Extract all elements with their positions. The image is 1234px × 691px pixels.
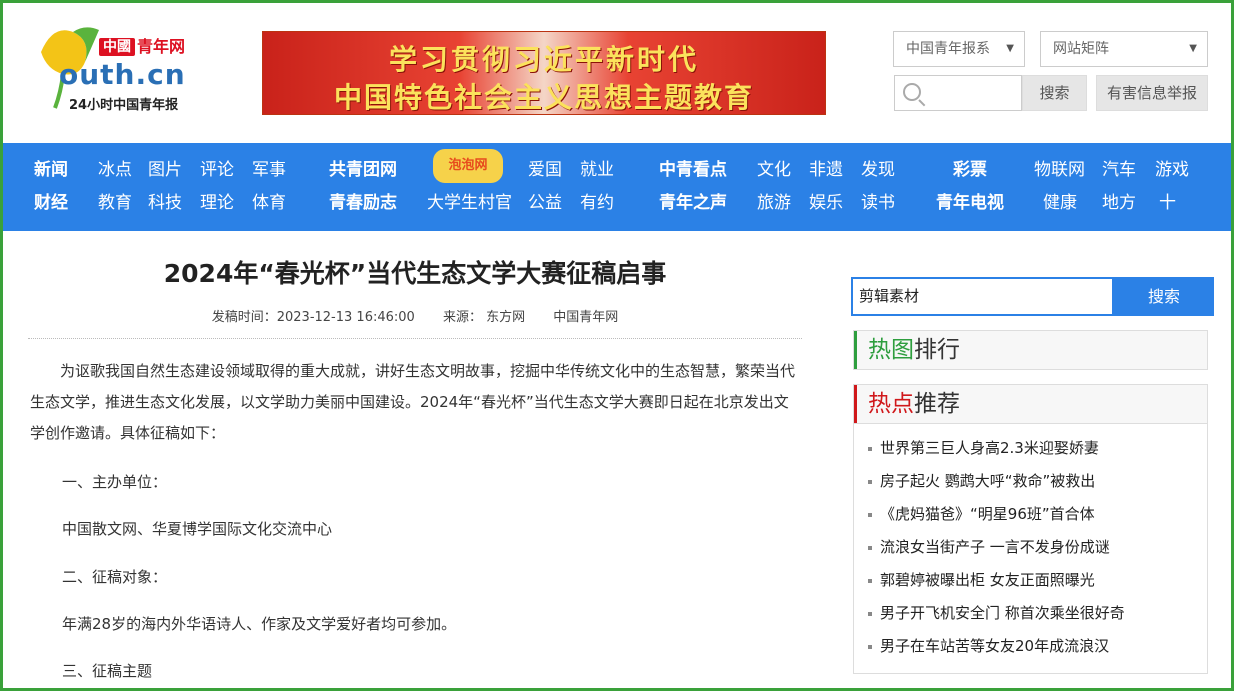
article-source[interactable]: 来源： 东方网 [443, 310, 525, 325]
nav-item-village-official[interactable]: 大学生村官 [427, 192, 512, 214]
banner-line-2: 中国特色社会主义思想主题教育 [333, 81, 754, 114]
nav-item-travel[interactable]: 旅游 [757, 192, 791, 214]
site-matrix-select[interactable]: 网站矩阵 ▼ [1040, 31, 1208, 67]
hot-recommend-accent: 热点 [868, 391, 914, 417]
nav-item-jobs[interactable]: 就业 [580, 159, 614, 181]
nav-item-discover[interactable]: 发现 [861, 159, 895, 181]
nav-item-lottery[interactable]: 彩票 [953, 159, 987, 181]
section-accent-bar [854, 385, 857, 423]
nav-item-charity[interactable]: 公益 [528, 192, 562, 214]
nav-item-local[interactable]: 地方 [1102, 192, 1136, 214]
promo-banner[interactable]: 学习贯彻习近平新时代 中国特色社会主义思想主题教育 [262, 31, 826, 115]
list-item[interactable]: 流浪女当街产子 一言不发身份成谜 [868, 537, 1110, 557]
chevron-down-icon: ▼ [1006, 43, 1014, 54]
nav-item-appointment[interactable]: 有约 [580, 192, 614, 214]
list-item[interactable]: 《虎妈猫爸》“明星96班”首合体 [868, 504, 1095, 524]
paopao-logo[interactable]: 泡泡网 [433, 149, 503, 183]
nav-item-comments[interactable]: 评论 [200, 159, 234, 181]
section-heading-theme: 三、征稿主题 [62, 662, 153, 680]
nav-item-tech[interactable]: 科技 [148, 192, 182, 214]
search-input[interactable] [894, 75, 1022, 111]
banner-line-1: 学习贯彻习近平新时代 [388, 43, 699, 76]
nav-item-military[interactable]: 军事 [252, 159, 286, 181]
site-matrix-select-value: 网站矩阵 [1053, 41, 1109, 57]
nav-item-entertainment[interactable]: 娱乐 [809, 192, 843, 214]
meta-divider [28, 338, 802, 339]
list-item[interactable]: 男子开飞机安全门 称首次乘坐很好奇 [868, 603, 1125, 623]
search-icon [903, 83, 921, 101]
nav-item-more[interactable]: 十 [1159, 192, 1176, 214]
nav-item-theory[interactable]: 理论 [200, 192, 234, 214]
report-button[interactable]: 有害信息举报 [1096, 75, 1208, 111]
nav-item-culture[interactable]: 文化 [757, 159, 791, 181]
hot-pictures-accent: 热图 [868, 337, 914, 363]
list-item-text[interactable]: 流浪女当街产子 一言不发身份成谜 [868, 538, 1110, 556]
newspaper-select[interactable]: 中国青年报系 ▼ [893, 31, 1025, 67]
publish-time: 发稿时间：2023-12-13 16:46:00 [211, 310, 415, 325]
eligibility-text: 年满28岁的海内外华语诗人、作家及文学爱好者均可参加。 [62, 615, 457, 633]
list-item-text[interactable]: 《虎妈猫爸》“明星96班”首合体 [868, 505, 1095, 523]
nav-item-youth-league[interactable]: 共青团网 [329, 159, 397, 181]
list-item[interactable]: 房子起火 鹦鹉大呼“救命”被救出 [868, 471, 1095, 491]
hot-recommend-header[interactable]: 热点推荐 [853, 384, 1208, 424]
section-heading-eligibility: 二、征稿对象： [62, 568, 168, 586]
list-item-text[interactable]: 世界第三巨人身高2.3米迎娶娇妻 [868, 439, 1099, 457]
article-title: 2024年“春光杯”当代生态文学大赛征稿启事 [163, 259, 667, 288]
chevron-down-icon: ▼ [1189, 43, 1197, 54]
nav-item-pictures[interactable]: 图片 [148, 159, 182, 181]
nav-item-sports[interactable]: 体育 [252, 192, 286, 214]
nav-item-patriotic[interactable]: 爱国 [528, 159, 562, 181]
nav-item-finance[interactable]: 财经 [34, 192, 68, 214]
article-meta: 发稿时间：2023-12-13 16:46:00 来源： 东方网 中国青年网 [30, 306, 800, 325]
section-accent-bar [854, 331, 857, 369]
nav-item-youth-voice[interactable]: 青年之声 [659, 192, 727, 214]
nav-item-heritage[interactable]: 非遗 [809, 159, 843, 181]
nav-item-health[interactable]: 健康 [1043, 192, 1077, 214]
nav-item-youth-tv[interactable]: 青年电视 [936, 192, 1004, 214]
hot-pictures-header[interactable]: 热图排行 [853, 330, 1208, 370]
nav-item-reading[interactable]: 读书 [861, 192, 895, 214]
article-paragraph: 为讴歌我国自然生态建设领域取得的重大成就，讲好生态文明故事，挖掘中华传统文化中的… [30, 362, 796, 442]
sidebar-search-button[interactable]: 搜索 [1114, 277, 1214, 316]
hot-recommend-label: 推荐 [914, 391, 960, 417]
list-item[interactable]: 世界第三巨人身高2.3米迎娶娇妻 [868, 438, 1099, 458]
logo-domain: outh.cn [59, 58, 186, 91]
list-item-text[interactable]: 男子在车站苦等女友20年成流浪汉 [868, 637, 1109, 655]
nav-item-games[interactable]: 游戏 [1155, 159, 1189, 181]
site-header: 中國 青年网 outh.cn 24小时中国青年报 学习贯彻习近平新时代 中国特色… [3, 3, 1231, 143]
section-heading-organizer: 一、主办单位： [62, 473, 168, 491]
hot-pictures-label: 排行 [914, 337, 960, 363]
list-item-text[interactable]: 男子开飞机安全门 称首次乘坐很好奇 [868, 604, 1125, 622]
sidebar-search-input[interactable]: 剪辑素材 [851, 277, 1114, 316]
logo-tagline: 24小时中国青年报 [69, 94, 179, 113]
list-item-text[interactable]: 郭碧婷被曝出柜 女友正面照曝光 [868, 571, 1095, 589]
site-logo[interactable]: 中國 青年网 outh.cn 24小时中国青年报 [29, 18, 209, 118]
list-item[interactable]: 男子在车站苦等女友20年成流浪汉 [868, 636, 1109, 656]
nav-item-bingdian[interactable]: 冰点 [98, 159, 132, 181]
list-item-text[interactable]: 房子起火 鹦鹉大呼“救命”被救出 [868, 472, 1095, 490]
nav-item-news[interactable]: 新闻 [34, 159, 68, 181]
organizer-text: 中国散文网、华夏博学国际文化交流中心 [62, 520, 333, 538]
main-nav: 新闻 冰点 图片 评论 军事 共青团网 泡泡网 爱国 就业 中青看点 文化 非遗… [3, 143, 1231, 231]
nav-item-zhongqing[interactable]: 中青看点 [659, 159, 727, 181]
logo-name: 青年网 [137, 37, 186, 56]
nav-item-auto[interactable]: 汽车 [1102, 159, 1136, 181]
logo-badge: 中國 [99, 38, 135, 56]
nav-item-youth-inspire[interactable]: 青春励志 [329, 192, 397, 214]
article-site[interactable]: 中国青年网 [553, 310, 618, 325]
list-item[interactable]: 郭碧婷被曝出柜 女友正面照曝光 [868, 570, 1095, 590]
nav-item-education[interactable]: 教育 [98, 192, 132, 214]
hot-recommend-list: 世界第三巨人身高2.3米迎娶娇妻 房子起火 鹦鹉大呼“救命”被救出 《虎妈猫爸》… [853, 424, 1208, 674]
newspaper-select-value: 中国青年报系 [906, 41, 990, 57]
search-button[interactable]: 搜索 [1022, 75, 1087, 111]
nav-item-iot[interactable]: 物联网 [1034, 159, 1085, 181]
